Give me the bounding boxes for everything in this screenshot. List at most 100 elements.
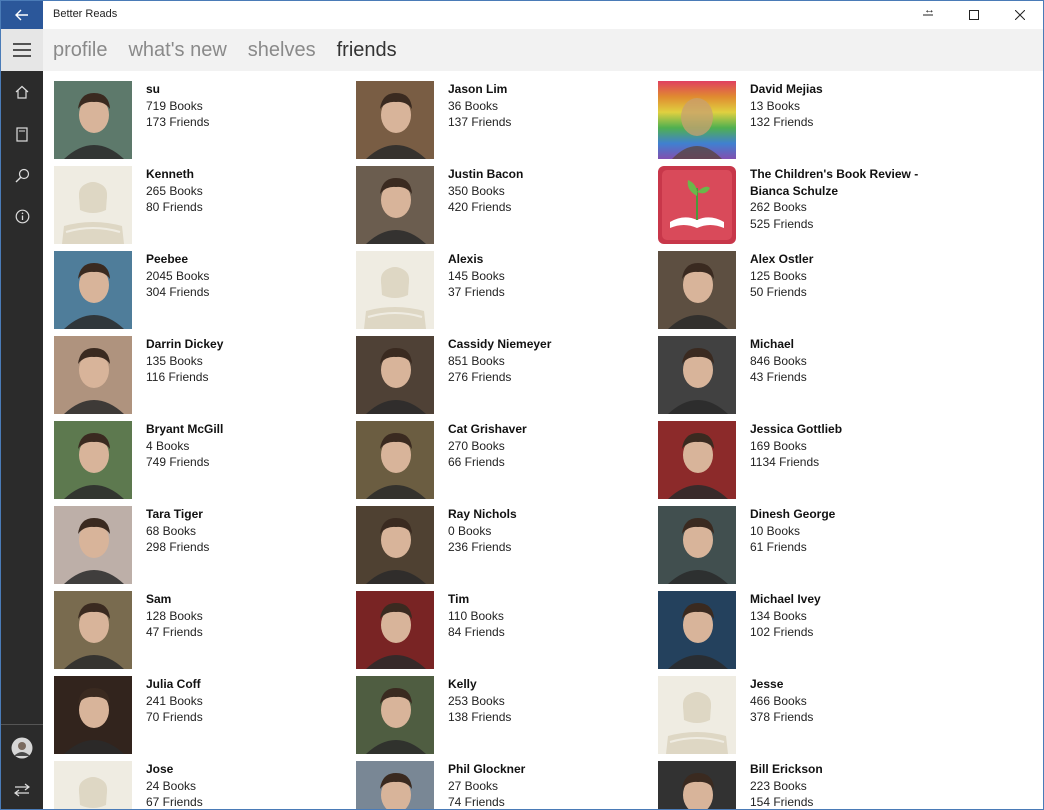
friend-name[interactable]: Tim: [448, 591, 505, 608]
friend-card[interactable]: Jose 24 Books 67 Friends: [54, 761, 356, 809]
friend-card[interactable]: Michael 846 Books 43 Friends: [658, 336, 960, 421]
friend-info: Tim 110 Books 84 Friends: [448, 591, 505, 641]
friend-card[interactable]: Sam 128 Books 47 Friends: [54, 591, 356, 676]
friend-avatar[interactable]: [54, 166, 132, 244]
friend-name[interactable]: Dinesh George: [750, 506, 835, 523]
search-button[interactable]: [1, 154, 43, 196]
switch-account-button[interactable]: [1, 769, 43, 809]
friend-card[interactable]: Alexis 145 Books 37 Friends: [356, 251, 658, 336]
friend-card[interactable]: Kelly 253 Books 138 Friends: [356, 676, 658, 761]
friend-card[interactable]: Kenneth 265 Books 80 Friends: [54, 166, 356, 251]
friend-name[interactable]: Peebee: [146, 251, 209, 268]
friend-name[interactable]: Cassidy Niemeyer: [448, 336, 551, 353]
friend-name[interactable]: Julia Coff: [146, 676, 203, 693]
friend-info: Jose 24 Books 67 Friends: [146, 761, 203, 809]
friend-name[interactable]: Michael: [750, 336, 807, 353]
friend-avatar[interactable]: [54, 591, 132, 669]
friend-avatar[interactable]: [356, 336, 434, 414]
close-button[interactable]: [997, 1, 1043, 29]
friend-name[interactable]: Jessica Gottlieb: [750, 421, 842, 438]
friend-name[interactable]: Bill Erickson: [750, 761, 823, 778]
friend-name[interactable]: Phil Glockner: [448, 761, 525, 778]
friend-avatar[interactable]: [356, 421, 434, 499]
friend-card[interactable]: Jason Lim 36 Books 137 Friends: [356, 81, 658, 166]
friend-avatar[interactable]: [356, 251, 434, 329]
friend-avatar[interactable]: [54, 761, 132, 809]
account-button[interactable]: [1, 727, 43, 769]
friend-name[interactable]: Tara Tiger: [146, 506, 209, 523]
friend-card[interactable]: Dinesh George 10 Books 61 Friends: [658, 506, 960, 591]
friend-card[interactable]: Alex Ostler 125 Books 50 Friends: [658, 251, 960, 336]
friend-avatar[interactable]: [356, 761, 434, 809]
about-button[interactable]: [1, 195, 43, 237]
friend-name[interactable]: Darrin Dickey: [146, 336, 223, 353]
friend-card[interactable]: Ray Nichols 0 Books 236 Friends: [356, 506, 658, 591]
friend-card[interactable]: Bill Erickson 223 Books 154 Friends: [658, 761, 960, 809]
tab-profile[interactable]: profile: [53, 39, 107, 62]
friend-name[interactable]: Alexis: [448, 251, 505, 268]
back-button[interactable]: [1, 1, 43, 29]
bookshelf-button[interactable]: [1, 113, 43, 155]
tab-shelves[interactable]: shelves: [248, 39, 316, 62]
friend-card[interactable]: Tim 110 Books 84 Friends: [356, 591, 658, 676]
tab-friends[interactable]: friends: [337, 39, 397, 62]
friend-name[interactable]: Justin Bacon: [448, 166, 523, 183]
friend-name[interactable]: Jason Lim: [448, 81, 511, 98]
friend-avatar[interactable]: [658, 166, 736, 244]
friend-name[interactable]: David Mejias: [750, 81, 823, 98]
friend-avatar[interactable]: [658, 676, 736, 754]
friend-name[interactable]: Sam: [146, 591, 203, 608]
home-button[interactable]: [1, 71, 43, 113]
friend-avatar[interactable]: [356, 676, 434, 754]
friend-card[interactable]: Justin Bacon 350 Books 420 Friends: [356, 166, 658, 251]
friend-avatar[interactable]: [54, 251, 132, 329]
menu-button[interactable]: [1, 29, 43, 71]
friend-avatar[interactable]: [54, 421, 132, 499]
friend-avatar[interactable]: [356, 506, 434, 584]
friend-card[interactable]: Tara Tiger 68 Books 298 Friends: [54, 506, 356, 591]
friend-card[interactable]: Julia Coff 241 Books 70 Friends: [54, 676, 356, 761]
friend-card[interactable]: Darrin Dickey 135 Books 116 Friends: [54, 336, 356, 421]
friend-card[interactable]: Cat Grishaver 270 Books 66 Friends: [356, 421, 658, 506]
friend-avatar[interactable]: [658, 421, 736, 499]
friend-name[interactable]: Cat Grishaver: [448, 421, 527, 438]
friend-avatar[interactable]: [658, 251, 736, 329]
friend-avatar[interactable]: [54, 336, 132, 414]
friend-name[interactable]: Jesse: [750, 676, 813, 693]
friend-name[interactable]: The Children's Book Review - Bianca Schu…: [750, 166, 930, 199]
friend-name[interactable]: Ray Nichols: [448, 506, 517, 523]
friend-name[interactable]: Jose: [146, 761, 203, 778]
friend-card[interactable]: The Children's Book Review - Bianca Schu…: [658, 166, 960, 251]
friend-card[interactable]: Michael Ivey 134 Books 102 Friends: [658, 591, 960, 676]
maximize-button[interactable]: [951, 1, 997, 29]
friend-name[interactable]: Alex Ostler: [750, 251, 813, 268]
friend-avatar[interactable]: [54, 81, 132, 159]
friend-avatar[interactable]: [658, 761, 736, 809]
friend-avatar[interactable]: [356, 81, 434, 159]
friend-avatar[interactable]: [658, 591, 736, 669]
friend-name[interactable]: Bryant McGill: [146, 421, 223, 438]
back-arrow-icon: [15, 9, 28, 21]
friend-avatar[interactable]: [356, 166, 434, 244]
friend-name[interactable]: Michael Ivey: [750, 591, 821, 608]
friend-card[interactable]: David Mejias 13 Books 132 Friends: [658, 81, 960, 166]
friend-avatar[interactable]: [658, 336, 736, 414]
friend-name[interactable]: Kelly: [448, 676, 511, 693]
app-window: Better Reads ↔ profile what's new shelve…: [0, 0, 1044, 810]
friend-avatar[interactable]: [54, 506, 132, 584]
friend-card[interactable]: Peebee 2045 Books 304 Friends: [54, 251, 356, 336]
friend-name[interactable]: Kenneth: [146, 166, 203, 183]
minimize-button[interactable]: [905, 1, 951, 29]
friend-name[interactable]: su: [146, 81, 209, 98]
friend-card[interactable]: Jessica Gottlieb 169 Books 1134 Friends: [658, 421, 960, 506]
tab-whats-new[interactable]: what's new: [128, 39, 226, 62]
friend-avatar[interactable]: [658, 81, 736, 159]
friend-card[interactable]: Cassidy Niemeyer 851 Books 276 Friends: [356, 336, 658, 421]
friend-avatar[interactable]: [356, 591, 434, 669]
friend-avatar[interactable]: [658, 506, 736, 584]
friend-avatar[interactable]: [54, 676, 132, 754]
friend-card[interactable]: Jesse 466 Books 378 Friends: [658, 676, 960, 761]
friend-card[interactable]: Phil Glockner 27 Books 74 Friends: [356, 761, 658, 809]
friend-card[interactable]: su 719 Books 173 Friends: [54, 81, 356, 166]
friend-card[interactable]: Bryant McGill 4 Books 749 Friends: [54, 421, 356, 506]
